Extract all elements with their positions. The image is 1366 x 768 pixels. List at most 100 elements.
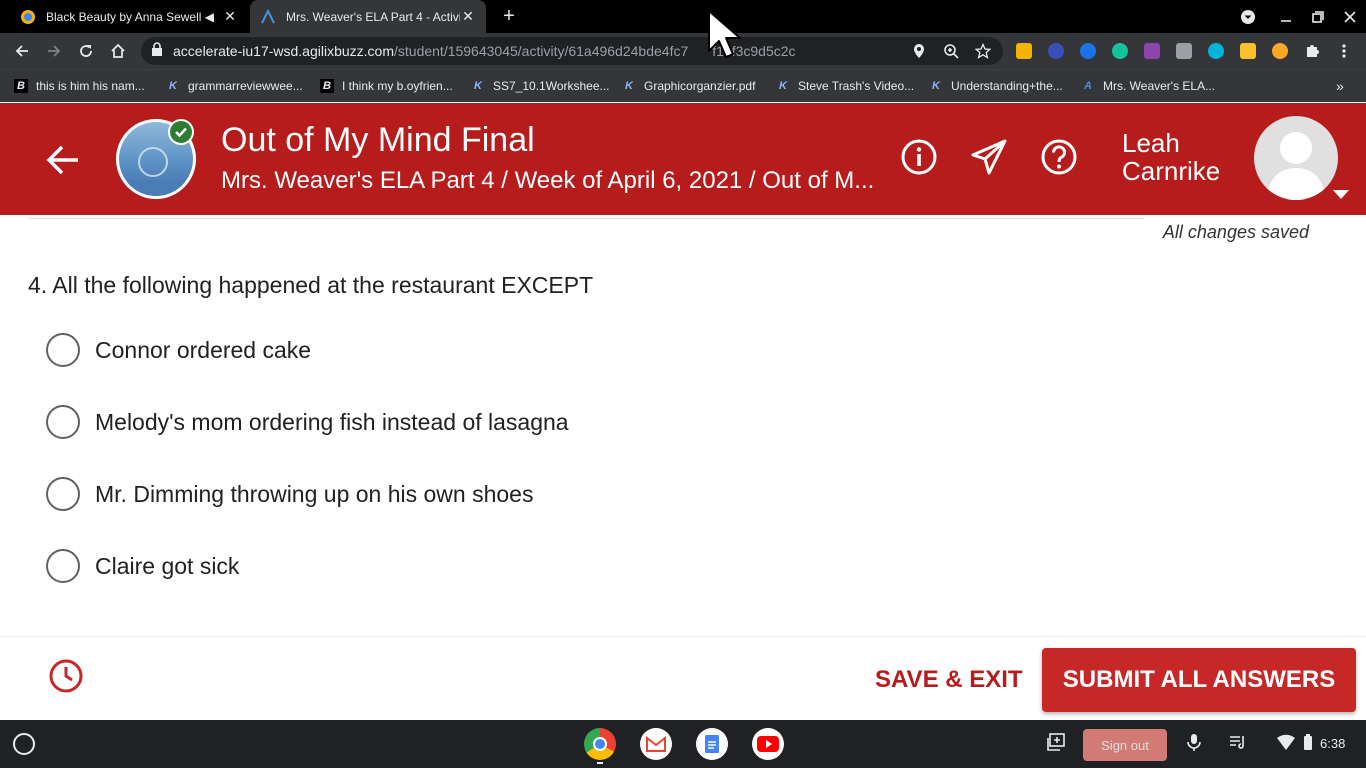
media-controls-icon[interactable] <box>1228 732 1248 752</box>
cookie-extension-icon[interactable] <box>1272 43 1288 59</box>
submit-all-answers-button[interactable]: SUBMIT ALL ANSWERS <box>1042 648 1356 712</box>
bookmark-label: grammarreviewwee... <box>188 78 303 93</box>
browser-toolbar: accelerate-iu17-wsd.agilixbuzz.com/stude… <box>0 33 1366 69</box>
url-text: accelerate-iu17-wsd.agilixbuzz.com/stude… <box>173 43 796 59</box>
radio-button[interactable] <box>46 549 80 583</box>
divider <box>28 218 1144 219</box>
c-extension-icon[interactable] <box>1080 43 1096 59</box>
url-path: /student/159643045/activity/61a496d24bde… <box>394 43 689 59</box>
agilix-favicon-icon <box>260 8 276 25</box>
radio-button[interactable] <box>46 333 80 367</box>
zoom-icon[interactable] <box>943 43 959 59</box>
new-tab-button[interactable]: + <box>498 6 520 28</box>
activity-footer: SAVE & EXIT SUBMIT ALL ANSWERS <box>0 636 1366 720</box>
address-bar[interactable]: accelerate-iu17-wsd.agilixbuzz.com/stude… <box>141 37 1003 65</box>
back-icon[interactable] <box>10 39 34 63</box>
radio-button[interactable] <box>46 477 80 511</box>
answer-option[interactable]: Mr. Dimming throwing up on his own shoes <box>46 476 533 512</box>
bookmark-item[interactable]: Kgrammarreviewwee... <box>166 70 303 101</box>
gmail-icon[interactable] <box>640 728 672 760</box>
option-label[interactable]: Claire got sick <box>95 553 239 580</box>
forward-icon[interactable] <box>42 39 66 63</box>
tab-ela-activity[interactable]: Mrs. Weaver's ELA Part 4 - Activity ✕ <box>250 0 486 33</box>
bookmark-star-icon[interactable] <box>974 42 992 59</box>
save-exit-button[interactable]: SAVE & EXIT <box>875 666 1023 694</box>
os-shelf: Sign out 6:38 <box>0 720 1366 768</box>
extensions-puzzle-icon[interactable] <box>1304 43 1320 59</box>
info-icon[interactable] <box>899 137 939 177</box>
speaker-muted-icon[interactable]: ◀ <box>205 10 214 24</box>
bookmark-b-icon: B <box>320 78 334 93</box>
close-tab-icon[interactable]: ✕ <box>222 8 238 25</box>
bookmarks-overflow-icon[interactable]: » <box>1336 70 1344 101</box>
microphone-icon[interactable] <box>1184 732 1204 752</box>
option-label[interactable]: Connor ordered cake <box>95 337 311 364</box>
lock-icon <box>151 41 163 61</box>
save-status: All changes saved <box>1162 222 1309 242</box>
profile-dropdown-icon[interactable] <box>1232 0 1264 33</box>
tw-extension-icon[interactable] <box>1144 43 1160 59</box>
holding-space-icon[interactable] <box>1046 732 1066 752</box>
bookmark-item[interactable]: A Mrs. Weaver's ELA... <box>1081 70 1215 101</box>
classroom-extension-icon[interactable] <box>1016 43 1032 59</box>
user-first-name: Leah <box>1122 128 1180 158</box>
bookmark-item[interactable]: K SS7_10.1Workshee... <box>471 70 610 101</box>
bookmark-k-icon: K <box>779 79 787 92</box>
answer-option[interactable]: Claire got sick <box>46 548 239 584</box>
close-tab-icon[interactable]: ✕ <box>460 8 476 25</box>
send-message-icon[interactable] <box>969 137 1009 177</box>
minimize-icon[interactable] <box>1270 0 1302 33</box>
back-arrow-icon[interactable] <box>44 141 82 179</box>
tab-black-beauty[interactable]: Black Beauty by Anna Sewell ◀ ✕ <box>8 0 248 33</box>
agilix-favicon-icon: A <box>1084 79 1092 92</box>
bookmark-label: Understanding+the... <box>951 78 1063 93</box>
reload-icon[interactable] <box>74 39 98 63</box>
option-label[interactable]: Melody's mom ordering fish instead of la… <box>95 409 569 436</box>
battery-icon[interactable] <box>1298 732 1318 752</box>
more-menu-icon[interactable] <box>1336 43 1352 59</box>
restore-icon[interactable] <box>1302 0 1334 33</box>
printer-extension-icon[interactable] <box>1176 43 1192 59</box>
help-icon[interactable] <box>1039 137 1079 177</box>
tab-title: Black Beauty by Anna Sewell <box>46 9 202 24</box>
bookmark-item[interactable]: K Graphicorganzier.pdf <box>622 70 755 101</box>
activity-title: Out of My Mind Final <box>221 121 535 159</box>
breadcrumb[interactable]: Mrs. Weaver's ELA Part 4 / Week of April… <box>221 167 881 195</box>
url-host: accelerate-iu17-wsd.agilixbuzz.com <box>173 43 394 59</box>
bookmark-k-icon: K <box>932 79 940 92</box>
completed-check-icon <box>168 119 194 145</box>
clock-time[interactable]: 6:38 <box>1320 736 1345 751</box>
youtube-icon[interactable] <box>752 728 784 760</box>
bookmark-k-icon: K <box>474 79 482 92</box>
answer-option[interactable]: Connor ordered cake <box>46 332 311 368</box>
chrome-icon[interactable] <box>584 728 616 760</box>
book-favicon-icon <box>20 9 36 25</box>
option-label[interactable]: Mr. Dimming throwing up on his own shoes <box>95 481 533 508</box>
bookmark-item[interactable]: K Steve Trash's Video... <box>776 70 914 101</box>
bookmark-item[interactable]: Bthis is him his nam... <box>14 70 145 101</box>
browser-tab-strip: Black Beauty by Anna Sewell ◀ ✕ Mrs. Wea… <box>0 0 1366 33</box>
kami-extension-icon[interactable] <box>1048 43 1064 59</box>
answer-option[interactable]: Melody's mom ordering fish instead of la… <box>46 404 569 440</box>
wifi-icon[interactable] <box>1276 732 1296 752</box>
grammarly-extension-icon[interactable] <box>1112 43 1128 59</box>
radio-button[interactable] <box>46 405 80 439</box>
sign-out-button[interactable]: Sign out <box>1083 729 1167 761</box>
bookmark-label: SS7_10.1Workshee... <box>493 78 610 93</box>
bookmarks-bar: Bthis is him his nam... Kgrammarreviewwe… <box>0 69 1366 102</box>
location-icon[interactable] <box>911 43 927 59</box>
user-name[interactable]: Leah Carnrike <box>1122 129 1220 185</box>
bookmark-label: Mrs. Weaver's ELA... <box>1103 78 1216 93</box>
bookmark-label: this is him his nam... <box>36 78 145 93</box>
thumbs-up-extension-icon[interactable] <box>1240 43 1256 59</box>
bookmark-item[interactable]: B I think my b.oyfrien... <box>320 70 453 101</box>
shield-extension-icon[interactable] <box>1208 43 1224 59</box>
avatar[interactable] <box>1254 116 1338 200</box>
clock-icon[interactable] <box>48 658 84 694</box>
home-icon[interactable] <box>106 39 130 63</box>
close-window-icon[interactable] <box>1334 0 1366 33</box>
user-menu-caret-icon[interactable] <box>1333 190 1349 199</box>
launcher-icon[interactable] <box>13 733 35 755</box>
bookmark-item[interactable]: K Understanding+the... <box>929 70 1063 101</box>
docs-icon[interactable] <box>696 728 728 760</box>
